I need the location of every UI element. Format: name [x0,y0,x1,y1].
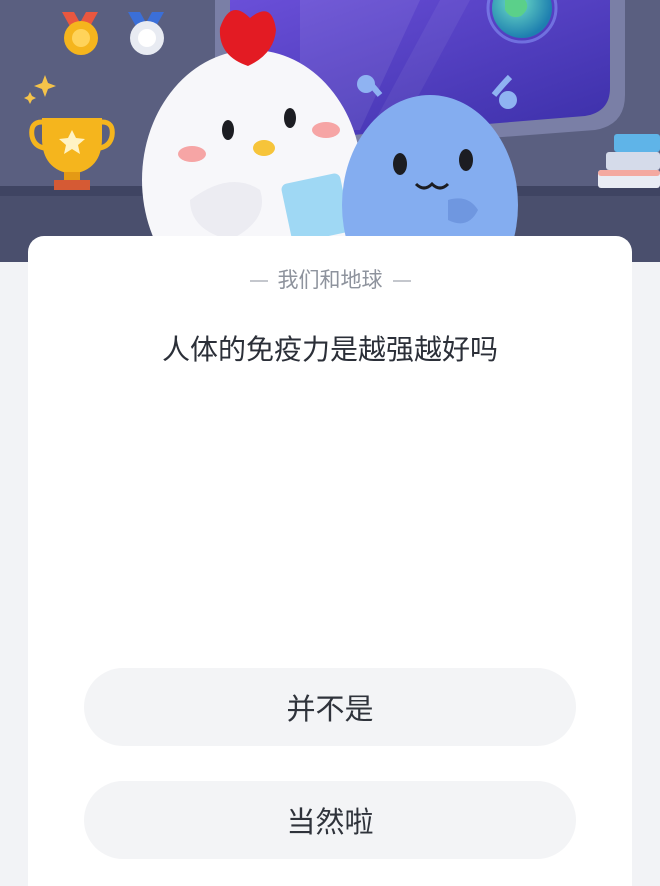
category-label: 我们和地球 [277,268,383,292]
question-text: 人体的免疫力是越强越好吗 [161,333,498,366]
answer-option-b-label: 当然啦 [286,805,374,839]
answer-option-b[interactable]: 当然啦 [84,781,576,859]
answer-option-a-label: 并不是 [286,692,374,726]
header-illustration [0,0,660,262]
answer-option-a[interactable]: 并不是 [84,668,576,746]
category-dash-left [249,280,268,282]
question-card: 我们和地球 人体的免疫力是越强越好吗 并不是 当然啦 [28,236,632,886]
quiz-category: 我们和地球 [28,264,632,294]
category-dash-right [392,280,411,282]
